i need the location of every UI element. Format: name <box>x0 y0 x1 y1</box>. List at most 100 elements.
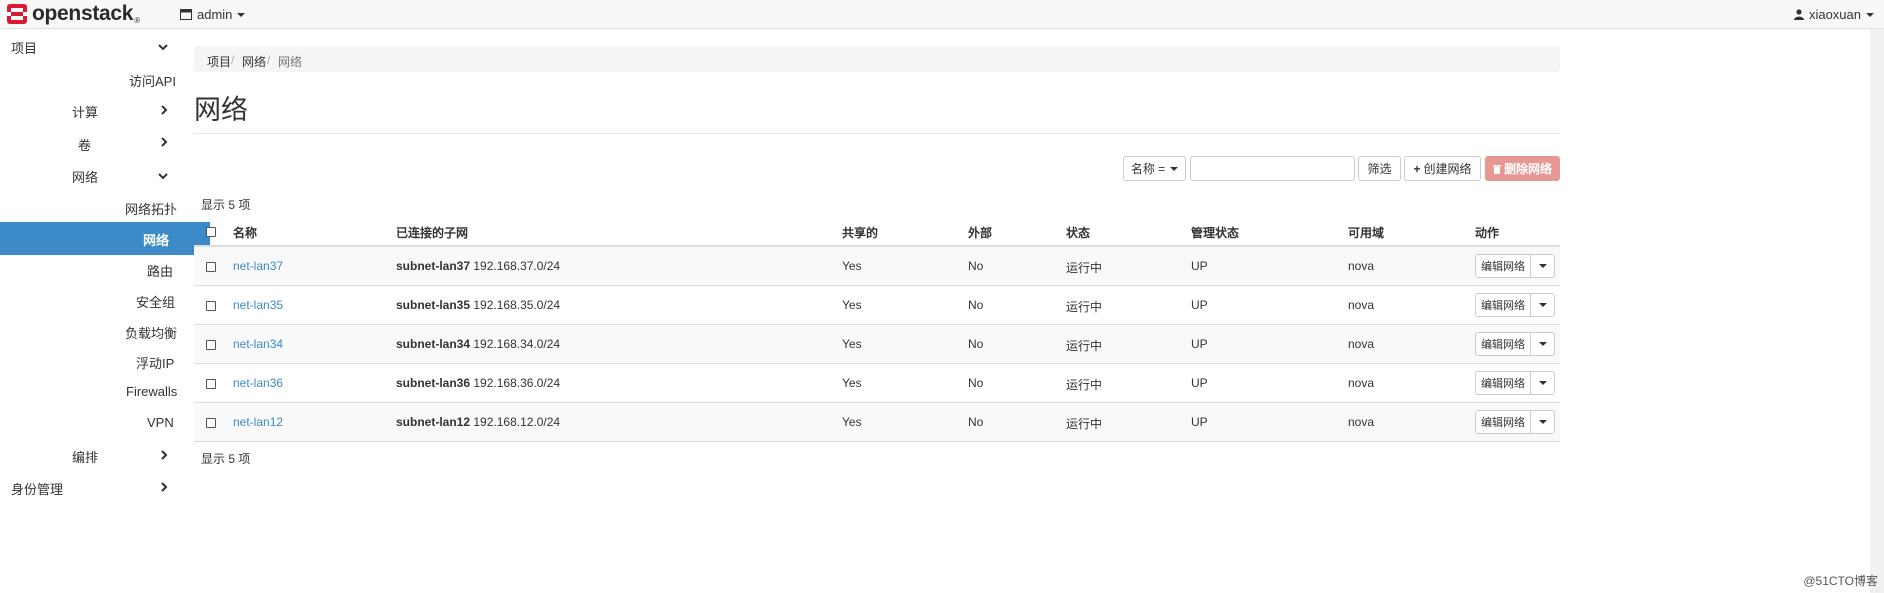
admin-state-value: UP <box>1191 298 1208 312</box>
chevron-right-icon[interactable] <box>159 482 169 492</box>
project-switcher[interactable]: admin <box>180 7 246 22</box>
sidebar-item-volumes[interactable]: 卷 <box>78 135 91 154</box>
subnet-cidr: 192.168.34.0/24 <box>473 337 561 351</box>
column-header-admin-state[interactable]: 管理状态 <box>1191 224 1239 241</box>
sidebar-item-vpn[interactable]: VPN <box>147 415 174 430</box>
item-count-bottom: 显示 5 项 <box>201 452 251 466</box>
sidebar-item-networks[interactable]: 网络 <box>0 222 210 255</box>
network-name-link[interactable]: net-lan12 <box>233 415 283 429</box>
sidebar-item-routers[interactable]: 路由 <box>147 261 173 280</box>
network-name-link[interactable]: net-lan34 <box>233 337 283 351</box>
status-value: 运行中 <box>1066 378 1103 392</box>
row-checkbox[interactable] <box>206 301 216 311</box>
row-actions-dropdown-toggle[interactable] <box>1531 410 1555 434</box>
row-actions-dropdown-toggle[interactable] <box>1531 332 1555 356</box>
column-header-shared[interactable]: 共享的 <box>842 224 878 241</box>
openstack-logo-icon <box>7 4 27 24</box>
caret-down-icon <box>237 12 246 17</box>
caret-down-icon <box>1866 12 1874 17</box>
column-header-actions: 动作 <box>1475 226 1500 240</box>
row-checkbox[interactable] <box>206 418 216 428</box>
table-row: net-lan35 subnet-lan35 192.168.35.0/24 Y… <box>194 286 1560 325</box>
status-value: 运行中 <box>1066 300 1103 314</box>
sidebar-item-security-groups[interactable]: 安全组 <box>136 292 175 311</box>
shared-value: Yes <box>842 259 862 273</box>
chevron-right-icon[interactable] <box>159 137 169 147</box>
user-menu[interactable]: xiaoxuan <box>1793 7 1874 22</box>
edit-network-label: 编辑网络 <box>1481 339 1525 351</box>
external-value: No <box>968 337 984 351</box>
row-checkbox[interactable] <box>206 262 216 272</box>
external-value: No <box>968 259 984 273</box>
chevron-right-icon[interactable] <box>159 450 169 460</box>
shared-value: Yes <box>842 298 862 312</box>
openstack-logo[interactable]: openstack ® <box>6 3 140 25</box>
edit-network-button[interactable]: 编辑网络 <box>1475 371 1531 395</box>
breadcrumb-separator: / <box>231 53 235 67</box>
column-header-availability-zone[interactable]: 可用域 <box>1348 224 1384 241</box>
row-checkbox[interactable] <box>206 379 216 389</box>
network-name-link[interactable]: net-lan37 <box>233 259 283 273</box>
chevron-down-icon[interactable] <box>158 42 168 52</box>
chevron-right-icon[interactable] <box>159 105 169 115</box>
sidebar-item-floating-ips[interactable]: 浮动IP <box>136 353 174 372</box>
caret-down-icon <box>1538 342 1547 346</box>
row-actions-dropdown-toggle[interactable] <box>1531 254 1555 278</box>
subnet-cidr: 192.168.12.0/24 <box>473 415 561 429</box>
availability-zone-value: nova <box>1348 337 1375 351</box>
sidebar-item-firewalls[interactable]: Firewalls <box>126 384 177 399</box>
availability-zone-value: nova <box>1348 298 1375 312</box>
network-name-link[interactable]: net-lan35 <box>233 298 283 312</box>
column-header-subnets[interactable]: 已连接的子网 <box>396 224 468 241</box>
breadcrumb-item-project[interactable]: 项目 <box>207 53 231 70</box>
subnet-name: subnet-lan34 <box>396 337 471 351</box>
column-header-name[interactable]: 名称 <box>233 224 257 241</box>
sidebar-item-network-topology[interactable]: 网络拓扑 <box>125 199 177 218</box>
subnet-cidr: 192.168.36.0/24 <box>473 376 561 390</box>
sidebar-item-project[interactable]: 项目 <box>11 38 37 57</box>
filter-input[interactable] <box>1190 156 1355 181</box>
column-header-status[interactable]: 状态 <box>1066 224 1090 241</box>
subnet-cidr: 192.168.35.0/24 <box>473 298 561 312</box>
status-value: 运行中 <box>1066 417 1103 431</box>
filter-field-dropdown[interactable]: 名称 = <box>1123 156 1186 181</box>
availability-zone-value: nova <box>1348 415 1375 429</box>
edit-network-button[interactable]: 编辑网络 <box>1475 293 1531 317</box>
sidebar-item-load-balancers[interactable]: 负载均衡 <box>125 323 177 342</box>
sidebar: 项目 访问API 计算 卷 网络 网络拓扑 网络 路由 安全组 负载均衡 浮动I… <box>0 29 210 593</box>
edit-network-label: 编辑网络 <box>1481 300 1525 312</box>
title-divider <box>194 133 1560 134</box>
edit-network-button[interactable]: 编辑网络 <box>1475 410 1531 434</box>
subnet-name: subnet-lan37 <box>396 259 471 273</box>
select-all-checkbox[interactable] <box>206 227 216 237</box>
column-header-external[interactable]: 外部 <box>968 224 992 241</box>
edit-network-label: 编辑网络 <box>1481 378 1525 390</box>
brand-reg-mark: ® <box>134 16 141 25</box>
row-actions-dropdown-toggle[interactable] <box>1531 293 1555 317</box>
edit-network-button[interactable]: 编辑网络 <box>1475 332 1531 356</box>
delete-networks-button[interactable]: 删除网络 <box>1485 156 1560 181</box>
sidebar-item-api-access[interactable]: 访问API <box>129 71 176 90</box>
caret-down-icon <box>1538 420 1547 424</box>
filter-button[interactable]: 筛选 <box>1358 156 1401 181</box>
top-navbar: openstack ® admin xiaoxuan <box>0 0 1884 29</box>
breadcrumb-item-network-group[interactable]: 网络 <box>242 53 266 70</box>
caret-down-icon <box>1538 264 1547 268</box>
chevron-down-icon[interactable] <box>158 171 168 181</box>
external-value: No <box>968 376 984 390</box>
external-value: No <box>968 415 984 429</box>
sidebar-item-orchestration[interactable]: 编排 <box>72 447 98 466</box>
row-actions-dropdown-toggle[interactable] <box>1531 371 1555 395</box>
sidebar-item-identity[interactable]: 身份管理 <box>11 479 63 498</box>
caret-down-icon <box>1538 381 1547 385</box>
table-row: net-lan36 subnet-lan36 192.168.36.0/24 Y… <box>194 364 1560 403</box>
sidebar-item-compute[interactable]: 计算 <box>72 102 98 121</box>
row-checkbox[interactable] <box>206 340 216 350</box>
create-network-button[interactable]: + 创建网络 <box>1404 156 1481 181</box>
user-icon <box>1793 9 1804 20</box>
network-name-link[interactable]: net-lan36 <box>233 376 283 390</box>
page-scrollbar[interactable] <box>1870 29 1884 593</box>
sidebar-item-network-group[interactable]: 网络 <box>72 167 98 186</box>
table-row: net-lan12 subnet-lan12 192.168.12.0/24 Y… <box>194 403 1560 442</box>
edit-network-button[interactable]: 编辑网络 <box>1475 254 1531 278</box>
